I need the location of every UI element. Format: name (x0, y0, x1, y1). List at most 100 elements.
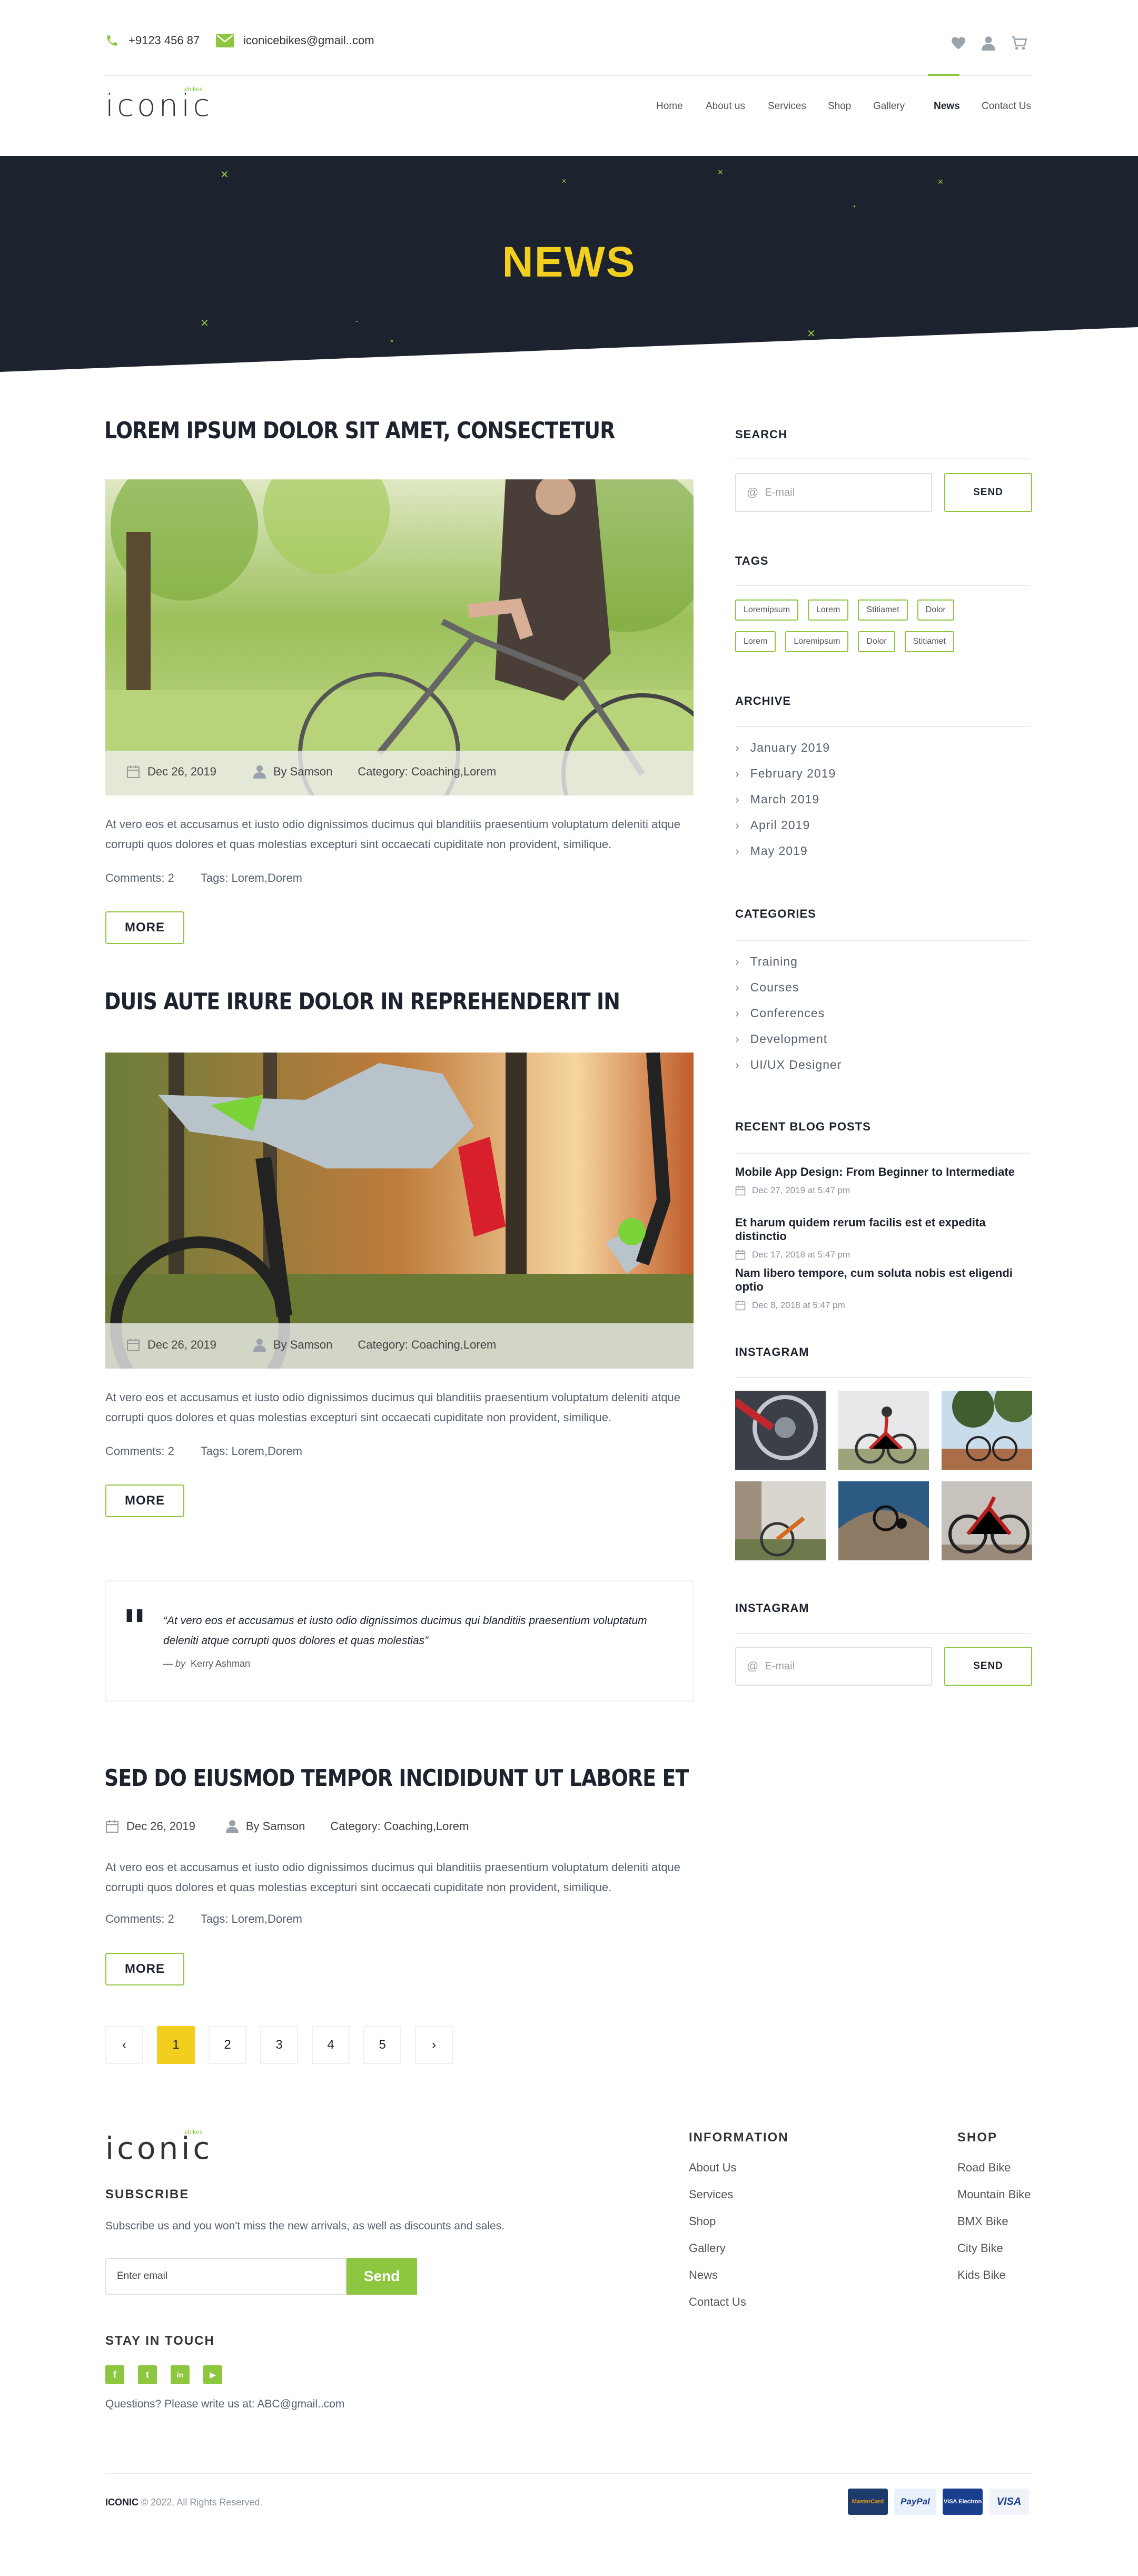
pagination-next-button[interactable]: › (415, 2026, 453, 2064)
email-contact[interactable]: iconicebikes@gmail..com (216, 34, 374, 47)
footer-link[interactable]: City Bike (957, 2241, 1031, 2255)
instagram-icon[interactable]: in (171, 2365, 190, 2384)
archive-item[interactable]: › March 2019 (735, 792, 836, 807)
archive-item[interactable]: › January 2019 (735, 741, 836, 755)
category-item[interactable]: › Training (735, 955, 842, 969)
post-tags[interactable]: Tags: Lorem,Dorem (201, 1912, 302, 1926)
nav-about[interactable]: About us (706, 101, 745, 112)
post-comments[interactable]: Comments: 2 (105, 871, 174, 885)
footer-link[interactable]: Mountain Bike (957, 2188, 1031, 2201)
post-tags[interactable]: Tags: Lorem,Dorem (201, 1444, 302, 1458)
footer-send-button[interactable]: Send (347, 2258, 417, 2295)
nav-gallery[interactable]: Gallery (873, 101, 905, 112)
instagram-photo[interactable] (942, 1391, 1032, 1470)
pagination-page[interactable]: 5 (363, 2026, 401, 2064)
more-button[interactable]: MORE (105, 911, 184, 944)
user-icon[interactable] (982, 36, 995, 51)
tag-chip[interactable]: Dolor (917, 599, 954, 621)
heart-icon[interactable] (951, 36, 966, 50)
tag-chip[interactable]: Loremipsum (785, 631, 849, 652)
post-title[interactable]: DUIS AUTE IRURE DOLOR IN REPREHENDERIT I… (104, 988, 620, 1015)
footer-logo-text: iconic (105, 2130, 213, 2166)
post-category[interactable]: Category: Coaching,Lorem (358, 765, 496, 779)
footer-link[interactable]: News (689, 2268, 746, 2282)
category-item[interactable]: › Conferences (735, 1006, 842, 1020)
tag-chip[interactable]: Stitiamet (858, 599, 908, 621)
tag-chip[interactable]: Lorem (808, 599, 849, 621)
instagram-photo[interactable] (838, 1391, 929, 1470)
sidebar-email-send-button[interactable]: SEND (944, 1647, 1032, 1686)
recent-post-item[interactable]: Nam libero tempore, cum soluta nobis est… (735, 1266, 1032, 1317)
pagination-prev-button[interactable]: ‹ (105, 2026, 143, 2064)
pagination-page[interactable]: 3 (260, 2026, 298, 2064)
post-comments[interactable]: Comments: 2 (105, 1444, 174, 1458)
category-item[interactable]: › UI/UX Designer (735, 1058, 842, 1072)
post-image[interactable] (105, 1053, 694, 1369)
tag-chip[interactable]: Dolor (858, 631, 895, 652)
post-category[interactable]: Category: Coaching,Lorem (330, 1820, 469, 1833)
post-category[interactable]: Category: Coaching,Lorem (358, 1338, 496, 1352)
nav-shop[interactable]: Shop (828, 101, 851, 112)
nav-contact[interactable]: Contact Us (982, 101, 1031, 112)
archive-item-label: May 2019 (750, 844, 808, 858)
footer-link[interactable]: Road Bike (957, 2161, 1031, 2175)
footer-logo[interactable]: iconic ebikes (105, 2128, 211, 2166)
logo[interactable]: iconic ebikes (105, 85, 211, 123)
sidebar-search-input[interactable]: @ E-mail (735, 473, 932, 512)
post-author[interactable]: By Samson (253, 765, 332, 779)
twitter-icon[interactable]: t (138, 2365, 157, 2384)
recent-post-item[interactable]: Mobile App Design: From Beginner to Inte… (735, 1165, 1032, 1216)
footer-link[interactable]: Shop (689, 2215, 746, 2228)
tag-chip[interactable]: Loremipsum (735, 599, 799, 621)
youtube-icon[interactable]: ▶ (203, 2365, 222, 2384)
instagram-photo[interactable] (735, 1481, 826, 1560)
nav-services[interactable]: Services (768, 101, 806, 112)
phone-number: +9123 456 87 (128, 34, 200, 47)
footer-link[interactable]: Services (689, 2188, 746, 2201)
archive-item[interactable]: › May 2019 (735, 844, 836, 858)
category-item[interactable]: › Courses (735, 980, 842, 995)
divider (735, 726, 1030, 727)
nav-news[interactable]: News (934, 101, 960, 112)
pagination-page[interactable]: 4 (312, 2026, 350, 2064)
instagram-photo[interactable] (735, 1391, 826, 1470)
footer-link[interactable]: BMX Bike (957, 2215, 1031, 2228)
footer-link[interactable]: Gallery (689, 2241, 746, 2255)
post-image[interactable] (105, 479, 694, 795)
archive-item-label: January 2019 (750, 741, 830, 754)
instagram-photo[interactable] (838, 1481, 929, 1560)
pagination-page[interactable]: 2 (209, 2026, 246, 2064)
facebook-icon[interactable]: f (105, 2365, 124, 2384)
post-title[interactable]: SED DO EIUSMOD TEMPOR INCIDIDUNT UT LABO… (104, 1765, 689, 1792)
phone-contact[interactable]: +9123 456 87 (105, 34, 200, 47)
post-author[interactable]: By Samson (225, 1820, 305, 1833)
tag-row: Loremipsum Lorem Stitiamet Dolor (735, 599, 954, 621)
footer-link[interactable]: Contact Us (689, 2295, 746, 2309)
post-title[interactable]: LOREM IPSUM DOLOR SIT AMET, CONSECTETUR (104, 417, 615, 444)
post-comments[interactable]: Comments: 2 (105, 1912, 174, 1926)
archive-item[interactable]: › February 2019 (735, 766, 836, 781)
footer-link[interactable]: About Us (689, 2161, 746, 2175)
category-item[interactable]: › Development (735, 1032, 842, 1046)
sidebar-search-send-button[interactable]: SEND (944, 473, 1032, 512)
nav-home[interactable]: Home (656, 101, 683, 112)
footer-email-input[interactable]: Enter email (105, 2258, 347, 2295)
chevron-right-icon: › (735, 1006, 740, 1020)
tag-chip[interactable]: Stitiamet (904, 631, 954, 652)
post-date: Dec 26, 2019 (126, 765, 216, 779)
post-tags[interactable]: Tags: Lorem,Dorem (201, 871, 302, 885)
recent-post-item[interactable]: Et harum quidem rerum facilis est et exp… (735, 1216, 1032, 1266)
more-button[interactable]: MORE (105, 1953, 184, 1985)
cart-icon[interactable] (1011, 36, 1027, 51)
subscribe-text: Subscribe us and you won't miss the new … (105, 2220, 505, 2232)
post-excerpt: At vero eos et accusamus et iusto odio d… (105, 1388, 680, 1428)
sidebar-archive-heading: ARCHIVE (735, 694, 791, 707)
pagination-page[interactable]: 1 (157, 2026, 195, 2064)
post-author[interactable]: By Samson (253, 1338, 332, 1352)
instagram-photo[interactable] (942, 1481, 1032, 1560)
tag-chip[interactable]: Lorem (735, 631, 776, 652)
archive-item[interactable]: › April 2019 (735, 818, 836, 832)
sidebar-email-input[interactable]: @ E-mail (735, 1647, 932, 1686)
footer-link[interactable]: Kids Bike (957, 2268, 1031, 2282)
more-button[interactable]: MORE (105, 1484, 184, 1517)
